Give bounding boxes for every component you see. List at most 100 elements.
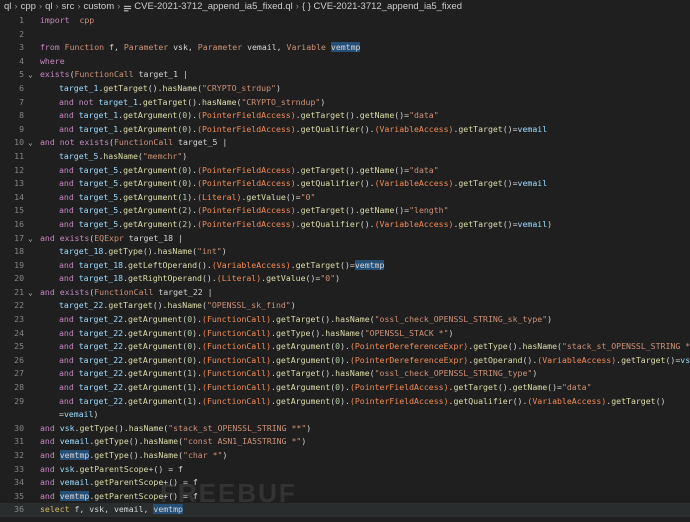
code-line[interactable]: 17 ⌄ and exists(EQExpr target_18 | <box>0 232 690 246</box>
line-number: 26 <box>14 354 24 365</box>
code-line[interactable]: 10 ⌄ and not exists(FunctionCall target_5 … <box>0 136 690 150</box>
code-line[interactable]: 8 and target_1.getArgument(0).(PointerFie… <box>0 109 690 123</box>
breadcrumb-item[interactable]: ql <box>4 0 11 14</box>
code-token: (). <box>507 341 523 352</box>
code-line[interactable]: 5 ⌄ exists(FunctionCall target_1 | <box>0 68 690 82</box>
code-token: "stack_st_OPENSSL_STRING **" <box>168 422 307 433</box>
code-token: (VariableAccess) <box>537 354 617 365</box>
breadcrumb-symbol[interactable]: { } CVE-2021-3712_append_ia5_fixed <box>302 0 462 14</box>
code-token: getArgument <box>123 178 178 189</box>
code-line[interactable]: 35 and vemtmp.getParentScope+() = f <box>0 490 690 504</box>
line-number: 15 <box>14 205 24 216</box>
code-token: ) <box>275 82 281 93</box>
code-line[interactable]: 29 and target_22.getArgument(1).(Function… <box>0 395 690 409</box>
code-token: ()= <box>394 110 410 121</box>
code-token: target_1 <box>78 123 119 134</box>
line-number: 25 <box>14 341 24 352</box>
fold-chevron-icon[interactable]: ⌄ <box>28 286 38 300</box>
code-line[interactable]: 26 and target_22.getArgument(0).(Function… <box>0 354 690 368</box>
code-token: and <box>59 164 74 175</box>
breadcrumb-file[interactable]: CVE-2021-3712_append_ia5_fixed.ql <box>134 0 292 14</box>
code-token: and <box>40 436 55 447</box>
code-line[interactable]: 21 ⌄ and exists(FunctionCall target_22 | <box>0 286 690 300</box>
code-line[interactable]: 7 and not target_1.getTarget().hasName("C… <box>0 96 690 110</box>
code-token: ). <box>340 341 350 352</box>
code-token: and <box>59 314 74 325</box>
code-line[interactable]: 6 target_1.getTarget().hasName("CRYPTO_st… <box>0 82 690 96</box>
code-token: target_18 <box>78 273 124 284</box>
fold-chevron-icon[interactable]: ⌄ <box>28 68 38 82</box>
code-line[interactable]: 11 target_5.hasName("memchr") <box>0 150 690 164</box>
code-token: (PointerFieldAccess) <box>197 164 296 175</box>
code-token: (PointerFieldAccess) <box>197 123 296 134</box>
code-editor[interactable]: 1 import cpp 2 3 from Function f, Parameter … <box>0 14 690 522</box>
fold-chevron-icon[interactable]: ⌄ <box>28 232 38 246</box>
code-line[interactable]: 1 import cpp <box>0 14 690 28</box>
chevron-right-icon: › <box>55 1 59 12</box>
code-token: hasName <box>522 341 558 352</box>
code-line[interactable]: 20 and target_18.getRightOperand().(Liter… <box>0 272 690 286</box>
code-token: vemail <box>517 178 548 189</box>
code-line[interactable]: 31 and vemail.getType().hasName("const AS… <box>0 435 690 449</box>
breadcrumb-item[interactable]: custom <box>84 0 115 14</box>
code-line[interactable]: 9 and target_1.getArgument(0).(PointerFie… <box>0 123 690 137</box>
code-line[interactable]: 23 and target_22.getArgument(0).(Function… <box>0 313 690 327</box>
code-token: getType <box>275 327 311 338</box>
fold-chevron-icon[interactable]: ⌄ <box>28 136 38 150</box>
code-line[interactable]: 34 and vemail.getParentScope+() = f <box>0 476 690 490</box>
code-token: hasName <box>325 327 360 338</box>
code-token: ) <box>320 96 326 107</box>
code-line[interactable]: 36 select f, vsk, vemail, vemtmp <box>0 503 690 517</box>
code-line[interactable]: 19 and target_18.getLeftOperand().(Variab… <box>0 259 690 273</box>
code-token: import <box>40 15 70 25</box>
code-token: (). <box>152 300 168 311</box>
code-line[interactable]: 15 and target_5.getArgument(2).(PointerFi… <box>0 204 690 218</box>
code-line[interactable]: 28 and target_22.getArgument(1).(Function… <box>0 381 690 395</box>
code-token: target_18 | <box>123 232 183 243</box>
code-token: Function <box>64 42 105 53</box>
code-token: vemtmp <box>330 42 361 53</box>
breadcrumb-item[interactable]: ql <box>45 0 52 14</box>
code-token: target_22 <box>78 382 124 393</box>
code-line[interactable]: 22 target_22.getTarget().hasName("OPENSSL… <box>0 299 690 313</box>
line-number: 31 <box>14 436 24 447</box>
code-token: getArgument <box>123 110 178 121</box>
code-token: target_5 <box>78 205 119 216</box>
code-line[interactable]: 30 and vsk.getType().hasName("stack_st_OP… <box>0 422 690 436</box>
code-line[interactable]: 12 and target_5.getArgument(0).(PointerFi… <box>0 164 690 178</box>
code-token: getType <box>79 422 114 433</box>
code-token: getTarget <box>458 218 503 229</box>
code-line[interactable]: 13 and target_5.getArgument(0).(PointerFi… <box>0 177 690 191</box>
line-number: 9 <box>19 123 24 134</box>
code-line[interactable]: 33 and vsk.getParentScope+() = f <box>0 463 690 477</box>
line-number: 35 <box>14 490 24 501</box>
code-line[interactable]: 18 target_18.getType().hasName("int") <box>0 245 690 259</box>
line-number: 8 <box>19 110 24 121</box>
code-line[interactable]: 2 <box>0 28 690 42</box>
code-token: (PointerFieldAccess) <box>197 205 296 216</box>
code-token: FunctionCall <box>94 286 154 297</box>
code-line[interactable]: 3 from Function f, Parameter vsk, Paramet… <box>0 41 690 55</box>
breadcrumb-item[interactable]: src <box>62 0 75 14</box>
code-line[interactable]: 27 and target_22.getArgument(1).(Function… <box>0 367 690 381</box>
code-token: "data" <box>409 110 439 121</box>
code-line[interactable]: 4 where <box>0 55 690 69</box>
code-token: "CRYPTO_strdup" <box>202 82 276 93</box>
code-line[interactable]: =vemail) <box>0 408 690 422</box>
code-text: and vemail.getParentScope+() = f <box>40 476 198 490</box>
code-token: getArgument <box>123 218 178 229</box>
code-token: vsk, <box>168 42 198 53</box>
code-text: and vsk.getType().hasName("stack_st_OPEN… <box>40 422 311 436</box>
code-line[interactable]: 32 and vemtmp.getType().hasName("char *") <box>0 449 690 463</box>
code-line[interactable]: 14 and target_5.getArgument(1).(Literal).… <box>0 191 690 205</box>
code-token: and <box>59 205 74 216</box>
code-token: getValue <box>266 273 306 284</box>
line-number: 18 <box>14 246 24 257</box>
code-token: ()= <box>502 218 518 229</box>
code-line[interactable]: 16 and target_5.getArgument(2).(PointerFi… <box>0 218 690 232</box>
code-line[interactable]: 24 and target_22.getArgument(0).(Function… <box>0 327 690 341</box>
code-line[interactable]: 25 and target_22.getArgument(0).(Function… <box>0 340 690 354</box>
code-token: +() = f <box>163 490 198 501</box>
code-text: and target_22.getArgument(0).(FunctionCa… <box>40 313 552 327</box>
breadcrumb-item[interactable]: cpp <box>21 0 36 14</box>
